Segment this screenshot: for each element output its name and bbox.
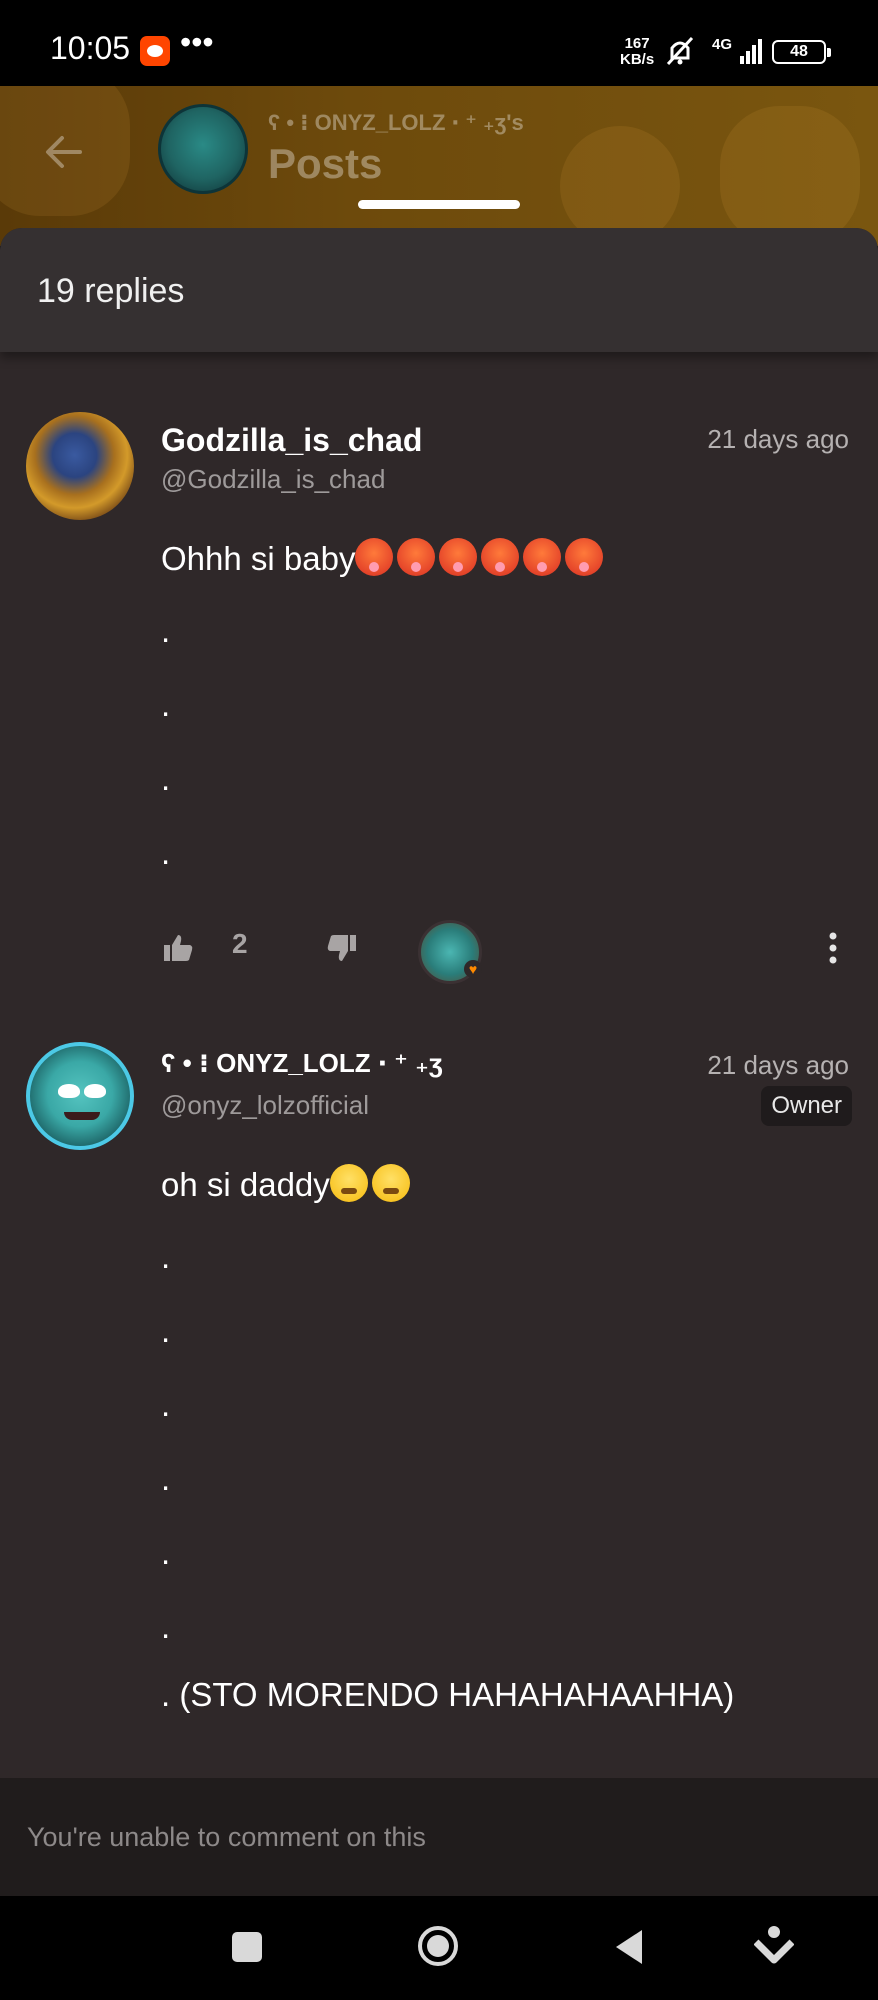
comment-item: ʕ • ⁝ ONYZ_LOLZ ‧ ⁺ ₊ʒ @onyz_lolzofficia… (0, 1038, 878, 1778)
thumbs-down-icon[interactable] (326, 932, 358, 964)
header-decoration (720, 106, 860, 246)
status-overflow: ••• (180, 24, 214, 60)
more-options-icon[interactable] (826, 930, 840, 966)
mute-icon (666, 36, 694, 66)
header-owner-name: ʕ • ⁝ ONYZ_LOLZ ‧ ⁺ ₊ʒ's (268, 110, 524, 135)
status-time: 10:05 (50, 30, 131, 66)
hot-face-emoji (523, 538, 562, 576)
network-speed-value: 167 (624, 35, 650, 52)
hot-face-emoji-group (355, 538, 607, 577)
comment-dot-line: . (161, 760, 171, 797)
comment-timestamp: 21 days ago (707, 1050, 849, 1080)
assistant-chevron-icon[interactable] (754, 1924, 794, 1968)
sheet-drag-handle[interactable] (358, 200, 520, 209)
thumbs-up-icon[interactable] (162, 932, 194, 964)
avatar-eye (84, 1084, 106, 1098)
comment-dot-line: . (161, 612, 171, 649)
like-count: 2 (232, 928, 248, 959)
comment-author-handle: @onyz_lolzofficial (161, 1090, 370, 1120)
comment-dot-line: . (161, 1460, 171, 1497)
network-speed-unit: KB/s (620, 51, 655, 68)
network-speed: 167 KB/s (620, 36, 654, 68)
owner-badge: Owner (761, 1086, 852, 1126)
tired-face-emoji (371, 1164, 410, 1202)
hot-face-emoji (397, 538, 436, 576)
comment-text: oh si daddy (161, 1164, 414, 1204)
avatar[interactable] (26, 412, 134, 520)
comment-text: Ohhh si baby (161, 538, 607, 578)
comment-actions: 2 ♥ (0, 920, 878, 984)
page-title: Posts (268, 140, 383, 187)
comment-dot-line: . (161, 1534, 171, 1571)
comment-input-disabled: You're unable to comment on this (0, 1778, 878, 1896)
replies-count: 19 replies (37, 272, 185, 310)
comment-timestamp: 21 days ago (707, 424, 849, 454)
system-nav-bar (0, 1896, 878, 2000)
comment-dot-line: . (161, 1312, 171, 1349)
comment-text-body: Ohhh si baby (161, 540, 356, 577)
comment-dot-line: . (161, 834, 171, 871)
comment-author-name[interactable]: ʕ • ⁝ ONYZ_LOLZ ‧ ⁺ ₊ʒ (161, 1048, 443, 1079)
hot-face-emoji (439, 538, 478, 576)
comment-dot-line: . (161, 1386, 171, 1423)
comment-item: Godzilla_is_chad @Godzilla_is_chad 21 da… (0, 412, 878, 1112)
page-header: ʕ • ⁝ ONYZ_LOLZ ‧ ⁺ ₊ʒ's Posts (0, 86, 878, 246)
comment-dot-line: . (161, 1238, 171, 1275)
hot-face-emoji (565, 538, 604, 576)
header-avatar[interactable] (158, 104, 248, 194)
avatar[interactable] (26, 1042, 134, 1150)
comment-author-handle: @Godzilla_is_chad (161, 464, 386, 494)
home-button[interactable] (416, 1924, 460, 1968)
comment-dot-line: . (161, 686, 171, 723)
status-bar: 10:05 ••• 167 KB/s 4G 48 (0, 0, 878, 86)
battery-icon: 48 (772, 40, 831, 64)
avatar-eye (58, 1084, 80, 1098)
comment-dot-line: . (161, 1608, 171, 1645)
comment-last-line: . (STO MORENDO HAHAHAHAAHHA) (161, 1676, 735, 1713)
comment-text-body: oh si daddy (161, 1166, 330, 1203)
avatar-mouth (64, 1112, 100, 1120)
replies-header: 19 replies (0, 228, 878, 352)
tired-face-emoji-group (329, 1164, 414, 1203)
hot-face-emoji (355, 538, 394, 576)
back-button[interactable] (612, 1928, 646, 1966)
comment-author-name[interactable]: Godzilla_is_chad (161, 422, 422, 459)
recents-button[interactable] (232, 1932, 262, 1962)
back-arrow-icon[interactable] (40, 128, 88, 176)
heart-icon: ♥ (464, 960, 482, 978)
signal-icon (740, 39, 762, 64)
comment-disabled-text: You're unable to comment on this (27, 1822, 426, 1852)
network-type: 4G (712, 36, 733, 53)
tired-face-emoji (329, 1164, 368, 1202)
reddit-notification-icon (140, 36, 170, 66)
hot-face-emoji (481, 538, 520, 576)
replies-sheet: 19 replies Godzilla_is_chad @Godzilla_is… (0, 228, 878, 1778)
